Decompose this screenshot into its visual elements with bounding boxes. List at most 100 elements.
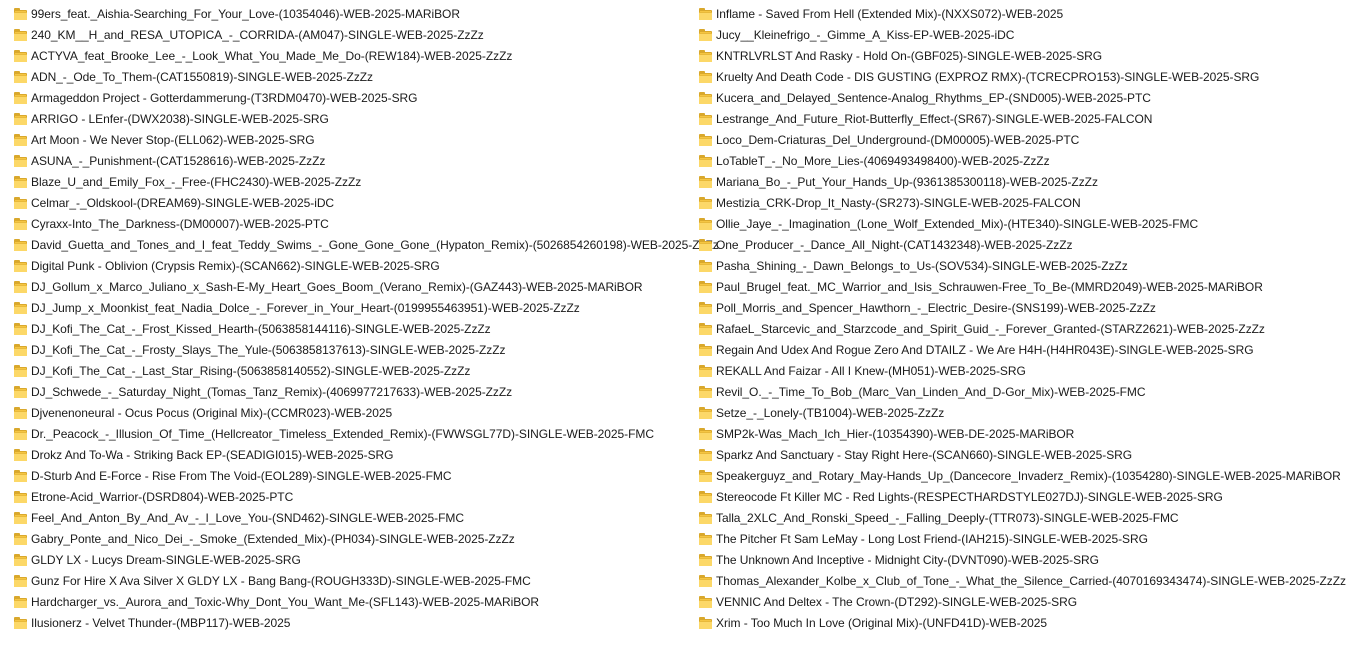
folder-item[interactable]: Ilusionerz - Velvet Thunder-(MBP117)-WEB… — [14, 612, 694, 633]
folder-item[interactable]: David_Guetta_and_Tones_and_I_feat_Teddy_… — [14, 234, 719, 255]
folder-item[interactable]: Kucera_and_Delayed_Sentence-Analog_Rhyth… — [699, 87, 1344, 108]
folder-item[interactable]: Armageddon Project - Gotterdammerung-(T3… — [14, 87, 694, 108]
folder-item[interactable]: The Unknown And Inceptive - Midnight Cit… — [699, 549, 1344, 570]
folder-item[interactable]: DJ_Jump_x_Moonkist_feat_Nadia_Dolce_-_Fo… — [14, 297, 694, 318]
folder-icon — [14, 175, 27, 188]
folder-icon — [14, 343, 27, 356]
folder-name: Dr._Peacock_-_Illusion_Of_Time_(Hellcrea… — [31, 426, 654, 441]
folder-item[interactable]: 240_KM__H_and_RESA_UTOPICA_-_CORRIDA-(AM… — [14, 24, 694, 45]
folder-name: Speakerguyz_and_Rotary_May-Hands_Up_(Dan… — [716, 468, 1341, 483]
folder-icon — [699, 574, 712, 587]
folder-item[interactable]: Poll_Morris_and_Spencer_Hawthorn_-_Elect… — [699, 297, 1344, 318]
folder-name: David_Guetta_and_Tones_and_I_feat_Teddy_… — [31, 237, 719, 252]
folder-item[interactable]: SMP2k-Was_Mach_Ich_Hier-(10354390)-WEB-D… — [699, 423, 1344, 444]
folder-icon — [14, 259, 27, 272]
folder-item[interactable]: Mariana_Bo_-_Put_Your_Hands_Up-(93613853… — [699, 171, 1344, 192]
folder-name: Blaze_U_and_Emily_Fox_-_Free-(FHC2430)-W… — [31, 174, 362, 189]
folder-item[interactable]: Hardcharger_vs._Aurora_and_Toxic-Why_Don… — [14, 591, 694, 612]
folder-item[interactable]: REKALL And Faizar - All I Knew-(MH051)-W… — [699, 360, 1344, 381]
folder-item[interactable]: DJ_Kofi_The_Cat_-_Frost_Kissed_Hearth-(5… — [14, 318, 694, 339]
folder-item[interactable]: DJ_Schwede_-_Saturday_Night_(Tomas_Tanz_… — [14, 381, 694, 402]
folder-item[interactable]: DJ_Gollum_x_Marco_Juliano_x_Sash-E-My_He… — [14, 276, 694, 297]
folder-item[interactable]: Ollie_Jaye_-_Imagination_(Lone_Wolf_Exte… — [699, 213, 1344, 234]
folder-item[interactable]: Sparkz And Sanctuary - Stay Right Here-(… — [699, 444, 1344, 465]
folder-name: Mariana_Bo_-_Put_Your_Hands_Up-(93613853… — [716, 174, 1098, 189]
folder-icon — [14, 490, 27, 503]
folder-item[interactable]: Speakerguyz_and_Rotary_May-Hands_Up_(Dan… — [699, 465, 1344, 486]
folder-name: Jucy__Kleinefrigo_-_Gimme_A_Kiss-EP-WEB-… — [716, 27, 1015, 42]
folder-item[interactable]: Loco_Dem-Criaturas_Del_Underground-(DM00… — [699, 129, 1344, 150]
folder-icon — [14, 511, 27, 524]
folder-item[interactable]: ASUNA_-_Punishment-(CAT1528616)-WEB-2025… — [14, 150, 694, 171]
folder-item[interactable]: Thomas_Alexander_Kolbe_x_Club_of_Tone_-_… — [699, 570, 1346, 591]
folder-item[interactable]: Feel_And_Anton_By_And_Av_-_I_Love_You-(S… — [14, 507, 694, 528]
folder-item[interactable]: Cyraxx-Into_The_Darkness-(DM00007)-WEB-2… — [14, 213, 694, 234]
folder-item[interactable]: Paul_Brugel_feat._MC_Warrior_and_Isis_Sc… — [699, 276, 1344, 297]
folder-name: Revil_O._-_Time_To_Bob_(Marc_Van_Linden_… — [716, 384, 1146, 399]
folder-item[interactable]: Xrim - Too Much In Love (Original Mix)-(… — [699, 612, 1344, 633]
folder-item[interactable]: VENNIC And Deltex - The Crown-(DT292)-SI… — [699, 591, 1344, 612]
folder-item[interactable]: Gunz For Hire X Ava Silver X GLDY LX - B… — [14, 570, 694, 591]
folder-name: Inflame - Saved From Hell (Extended Mix)… — [716, 6, 1064, 21]
folder-name: VENNIC And Deltex - The Crown-(DT292)-SI… — [716, 594, 1078, 609]
folder-item[interactable]: Revil_O._-_Time_To_Bob_(Marc_Van_Linden_… — [699, 381, 1344, 402]
folder-item[interactable]: Drokz And To-Wa - Striking Back EP-(SEAD… — [14, 444, 694, 465]
folder-icon — [699, 49, 712, 62]
folder-item[interactable]: The Pitcher Ft Sam LeMay - Long Lost Fri… — [699, 528, 1344, 549]
folder-item[interactable]: LoTableT_-_No_More_Lies-(4069493498400)-… — [699, 150, 1344, 171]
folder-item[interactable]: Dr._Peacock_-_Illusion_Of_Time_(Hellcrea… — [14, 423, 694, 444]
folder-item[interactable]: Digital Punk - Oblivion (Crypsis Remix)-… — [14, 255, 694, 276]
folder-item[interactable]: Celmar_-_Oldskool-(DREAM69)-SINGLE-WEB-2… — [14, 192, 694, 213]
folder-item[interactable]: Talla_2XLC_And_Ronski_Speed_-_Falling_De… — [699, 507, 1344, 528]
folder-icon — [14, 385, 27, 398]
folder-item[interactable]: DJ_Kofi_The_Cat_-_Last_Star_Rising-(5063… — [14, 360, 694, 381]
folder-item[interactable]: Setze_-_Lonely-(TB1004)-WEB-2025-ZzZz — [699, 402, 1344, 423]
folder-name: Hardcharger_vs._Aurora_and_Toxic-Why_Don… — [31, 594, 540, 609]
folder-icon — [699, 280, 712, 293]
folder-icon — [699, 217, 712, 230]
folder-name: DJ_Schwede_-_Saturday_Night_(Tomas_Tanz_… — [31, 384, 513, 399]
folder-name: Ollie_Jaye_-_Imagination_(Lone_Wolf_Exte… — [716, 216, 1199, 231]
folder-item[interactable]: Jucy__Kleinefrigo_-_Gimme_A_Kiss-EP-WEB-… — [699, 24, 1344, 45]
folder-name: Thomas_Alexander_Kolbe_x_Club_of_Tone_-_… — [716, 573, 1346, 588]
folder-name: Loco_Dem-Criaturas_Del_Underground-(DM00… — [716, 132, 1080, 147]
file-column-right: Inflame - Saved From Hell (Extended Mix)… — [699, 3, 1346, 633]
folder-item[interactable]: One_Producer_-_Dance_All_Night-(CAT14323… — [699, 234, 1344, 255]
folder-item[interactable]: RafaeL_Starcevic_and_Starzcode_and_Spiri… — [699, 318, 1344, 339]
folder-icon — [699, 91, 712, 104]
folder-name: Kruelty And Death Code - DIS GUSTING (EX… — [716, 69, 1260, 84]
folder-item[interactable]: Mestizia_CRK-Drop_It_Nasty-(SR273)-SINGL… — [699, 192, 1344, 213]
folder-item[interactable]: Lestrange_And_Future_Riot-Butterfly_Effe… — [699, 108, 1344, 129]
folder-item[interactable]: ACTYVA_feat_Brooke_Lee_-_Look_What_You_M… — [14, 45, 694, 66]
folder-item[interactable]: ARRIGO - LEnfer-(DWX2038)-SINGLE-WEB-202… — [14, 108, 694, 129]
folder-item[interactable]: Inflame - Saved From Hell (Extended Mix)… — [699, 3, 1344, 24]
folder-name: Paul_Brugel_feat._MC_Warrior_and_Isis_Sc… — [716, 279, 1263, 294]
folder-item[interactable]: Etrone-Acid_Warrior-(DSRD804)-WEB-2025-P… — [14, 486, 694, 507]
folder-name: Gunz For Hire X Ava Silver X GLDY LX - B… — [31, 573, 531, 588]
folder-item[interactable]: Pasha_Shining_-_Dawn_Belongs_to_Us-(SOV5… — [699, 255, 1344, 276]
folder-icon — [14, 91, 27, 104]
folder-item[interactable]: DJ_Kofi_The_Cat_-_Frosty_Slays_The_Yule-… — [14, 339, 694, 360]
folder-name: DJ_Kofi_The_Cat_-_Frost_Kissed_Hearth-(5… — [31, 321, 491, 336]
folder-icon — [14, 217, 27, 230]
folder-item[interactable]: Stereocode Ft Killer MC - Red Lights-(RE… — [699, 486, 1344, 507]
folder-item[interactable]: Art Moon - We Never Stop-(ELL062)-WEB-20… — [14, 129, 694, 150]
folder-item[interactable]: Djvenenoneural - Ocus Pocus (Original Mi… — [14, 402, 694, 423]
folder-name: Cyraxx-Into_The_Darkness-(DM00007)-WEB-2… — [31, 216, 329, 231]
folder-name: Etrone-Acid_Warrior-(DSRD804)-WEB-2025-P… — [31, 489, 294, 504]
folder-item[interactable]: Regain And Udex And Rogue Zero And DTAIL… — [699, 339, 1344, 360]
folder-item[interactable]: Kruelty And Death Code - DIS GUSTING (EX… — [699, 66, 1344, 87]
folder-item[interactable]: Gabry_Ponte_and_Nico_Dei_-_Smoke_(Extend… — [14, 528, 694, 549]
folder-item[interactable]: Blaze_U_and_Emily_Fox_-_Free-(FHC2430)-W… — [14, 171, 694, 192]
folder-item[interactable]: ADN_-_Ode_To_Them-(CAT1550819)-SINGLE-WE… — [14, 66, 694, 87]
folder-item[interactable]: D-Sturb And E-Force - Rise From The Void… — [14, 465, 694, 486]
folder-name: Sparkz And Sanctuary - Stay Right Here-(… — [716, 447, 1133, 462]
folder-name: DJ_Gollum_x_Marco_Juliano_x_Sash-E-My_He… — [31, 279, 643, 294]
folder-icon — [699, 154, 712, 167]
folder-item[interactable]: 99ers_feat._Aishia-Searching_For_Your_Lo… — [14, 3, 694, 24]
folder-item[interactable]: GLDY LX - Lucys Dream-SINGLE-WEB-2025-SR… — [14, 549, 694, 570]
folder-item[interactable]: KNTRLVRLST And Rasky - Hold On-(GBF025)-… — [699, 45, 1344, 66]
folder-icon — [14, 469, 27, 482]
folder-name: Stereocode Ft Killer MC - Red Lights-(RE… — [716, 489, 1223, 504]
folder-name: Mestizia_CRK-Drop_It_Nasty-(SR273)-SINGL… — [716, 195, 1081, 210]
